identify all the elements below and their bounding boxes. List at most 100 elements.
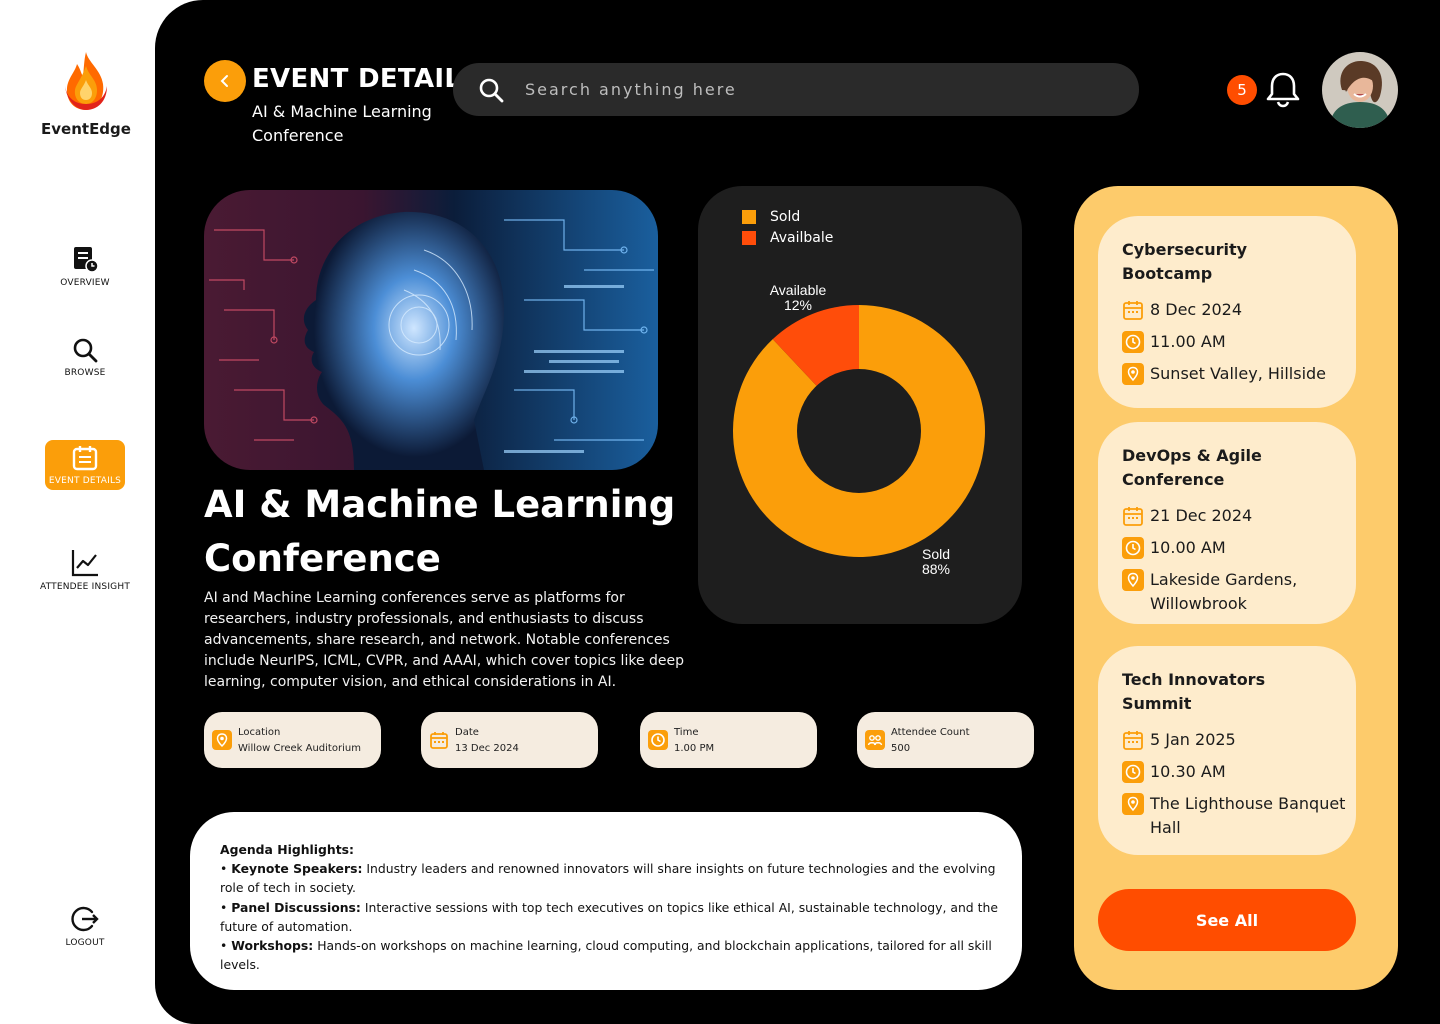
- agenda-highlights: Agenda Highlights: • Keynote Speakers: I…: [190, 812, 1022, 990]
- agenda-item-title: Panel Discussions:: [231, 899, 361, 915]
- logout-button[interactable]: LOGOUT: [30, 904, 140, 948]
- upcoming-event-location: Lakeside Gardens, Willowbrook: [1122, 568, 1356, 616]
- page-title: EVENT DETAILS: [252, 64, 481, 94]
- upcoming-event-time-text: 11.00 AM: [1150, 332, 1226, 351]
- agenda-heading: Agenda Highlights:: [220, 840, 1002, 859]
- ai-head-illustration: [204, 190, 658, 470]
- upcoming-event-date: 8 Dec 2024: [1122, 298, 1356, 322]
- upcoming-event-card[interactable]: DevOps & Agile Conference 21 Dec 2024 10…: [1098, 422, 1356, 624]
- logout-icon: [71, 906, 99, 932]
- calendar-icon: [72, 446, 98, 471]
- sidebar-item-browse[interactable]: BROWSE: [30, 336, 140, 378]
- agenda-item: • Keynote Speakers: Industry leaders and…: [220, 861, 996, 896]
- agenda-item-text: Hands-on workshops on machine learning, …: [220, 938, 992, 973]
- clock-icon: [1122, 761, 1144, 783]
- upcoming-event-date-text: 21 Dec 2024: [1150, 506, 1253, 525]
- line-chart-icon: [71, 550, 98, 577]
- detail-label: Location: [238, 726, 281, 738]
- donut-chart: Available 12% Sold 88%: [733, 282, 985, 577]
- agenda-item: • Workshops: Hands-on workshops on machi…: [220, 938, 992, 973]
- sidebar-item-overview[interactable]: OVERVIEW: [30, 244, 140, 288]
- upcoming-event-card[interactable]: Cybersecurity Bootcamp 8 Dec 2024 11.00 …: [1098, 216, 1356, 408]
- event-hero-image: [204, 190, 658, 470]
- upcoming-event-card[interactable]: Tech Innovators Summit 5 Jan 2025 10.30 …: [1098, 646, 1356, 855]
- clock-icon: [648, 730, 668, 750]
- back-button[interactable]: [204, 60, 246, 102]
- bell-icon: [1266, 72, 1300, 108]
- see-all-button[interactable]: See All: [1098, 889, 1356, 951]
- upcoming-event-location-text: The Lighthouse Banquet Hall: [1150, 794, 1346, 837]
- agenda-item-title: Keynote Speakers:: [231, 861, 363, 877]
- agenda-item: • Panel Discussions: Interactive session…: [220, 899, 998, 934]
- detail-chip-time: Time 1.00 PM: [640, 712, 817, 768]
- event-title: AI & Machine Learning Conference: [204, 483, 676, 580]
- upcoming-events-panel: Cybersecurity Bootcamp 8 Dec 2024 11.00 …: [1074, 186, 1398, 990]
- clock-icon: [1122, 331, 1144, 353]
- calendar-icon: [430, 732, 448, 749]
- sidebar-item-attendee-insight[interactable]: ATTENDEE INSIGHT: [30, 548, 140, 592]
- upcoming-event-location: Sunset Valley, Hillside: [1122, 362, 1356, 386]
- detail-chip-attendees: Attendee Count 500: [857, 712, 1034, 768]
- detail-label: Time: [674, 726, 699, 738]
- sidebar-item-label: ATTENDEE INSIGHT: [39, 582, 131, 592]
- upcoming-event-date-text: 5 Jan 2025: [1150, 730, 1236, 749]
- calendar-icon: [1123, 731, 1143, 750]
- ticket-sales-chart-card: Sold Availbale Available 12% Sold 88%: [698, 186, 1022, 624]
- search-icon: [479, 78, 504, 102]
- agenda-item-title: Workshops:: [231, 938, 314, 954]
- app-root: EventEdge OVERVIEW BROWSE EVENT DETAILS …: [0, 0, 1440, 1024]
- slice-label-available-name: Available: [770, 282, 827, 298]
- upcoming-event-date-text: 8 Dec 2024: [1150, 300, 1243, 319]
- calendar-icon: [1123, 507, 1143, 526]
- detail-label: Date: [455, 726, 479, 738]
- upcoming-event-time: 10.00 AM: [1122, 536, 1356, 560]
- detail-label: Attendee Count: [891, 726, 970, 738]
- upcoming-event-title: Tech Innovators Summit: [1122, 670, 1266, 713]
- sidebar-item-label: BROWSE: [64, 368, 106, 378]
- upcoming-event-time: 11.00 AM: [1122, 330, 1356, 354]
- location-pin-icon: [1122, 793, 1144, 815]
- detail-value: 1.00 PM: [674, 742, 715, 754]
- people-icon: [865, 730, 885, 750]
- location-pin-icon: [212, 730, 232, 750]
- upcoming-event-time-text: 10.00 AM: [1150, 538, 1226, 557]
- upcoming-event-title: Cybersecurity Bootcamp: [1122, 240, 1248, 283]
- user-photo-icon: [1322, 52, 1398, 128]
- slice-label-sold-value: 88%: [922, 561, 950, 577]
- upcoming-event-location: The Lighthouse Banquet Hall: [1122, 792, 1356, 840]
- sidebar-item-event-details[interactable]: EVENT DETAILS: [45, 440, 125, 490]
- detail-value: Willow Creek Auditorium: [238, 742, 361, 754]
- event-description: AI and Machine Learning conferences serv…: [204, 590, 685, 690]
- upcoming-event-date: 5 Jan 2025: [1122, 728, 1356, 752]
- brand-logo[interactable]: EventEdge: [40, 50, 132, 138]
- flame-logo-icon: [65, 52, 107, 110]
- page-subtitle: AI & Machine Learning Conference: [252, 102, 432, 145]
- location-pin-icon: [1122, 363, 1144, 385]
- chevron-left-icon: [220, 75, 228, 87]
- clock-icon: [1122, 537, 1144, 559]
- detail-value: 13 Dec 2024: [455, 742, 519, 754]
- agenda-heading-text: Agenda Highlights:: [220, 842, 354, 857]
- user-avatar[interactable]: [1322, 52, 1398, 128]
- notification-button[interactable]: [1265, 70, 1301, 112]
- upcoming-event-time: 10.30 AM: [1122, 760, 1356, 784]
- upcoming-event-location-text: Sunset Valley, Hillside: [1150, 364, 1327, 383]
- search-icon: [73, 338, 98, 363]
- upcoming-event-location-text: Lakeside Gardens, Willowbrook: [1150, 570, 1298, 613]
- brand-name: EventEdge: [41, 120, 131, 138]
- upcoming-event-date: 21 Dec 2024: [1122, 504, 1356, 528]
- sidebar-item-label: OVERVIEW: [60, 278, 110, 288]
- detail-chip-location: Location Willow Creek Auditorium: [204, 712, 381, 768]
- search-bar[interactable]: [453, 63, 1139, 116]
- overview-icon: [74, 247, 99, 273]
- detail-chip-date: Date 13 Dec 2024: [421, 712, 598, 768]
- upcoming-event-time-text: 10.30 AM: [1150, 762, 1226, 781]
- search-input[interactable]: [525, 80, 1085, 99]
- sidebar-item-label: EVENT DETAILS: [48, 476, 122, 486]
- logout-label: LOGOUT: [65, 938, 105, 948]
- upcoming-event-title: DevOps & Agile Conference: [1122, 446, 1262, 489]
- notification-count-badge[interactable]: 5: [1227, 75, 1257, 105]
- location-pin-icon: [1122, 569, 1144, 591]
- sidebar: EventEdge OVERVIEW BROWSE EVENT DETAILS …: [0, 0, 170, 1024]
- slice-label-sold-name: Sold: [922, 546, 950, 562]
